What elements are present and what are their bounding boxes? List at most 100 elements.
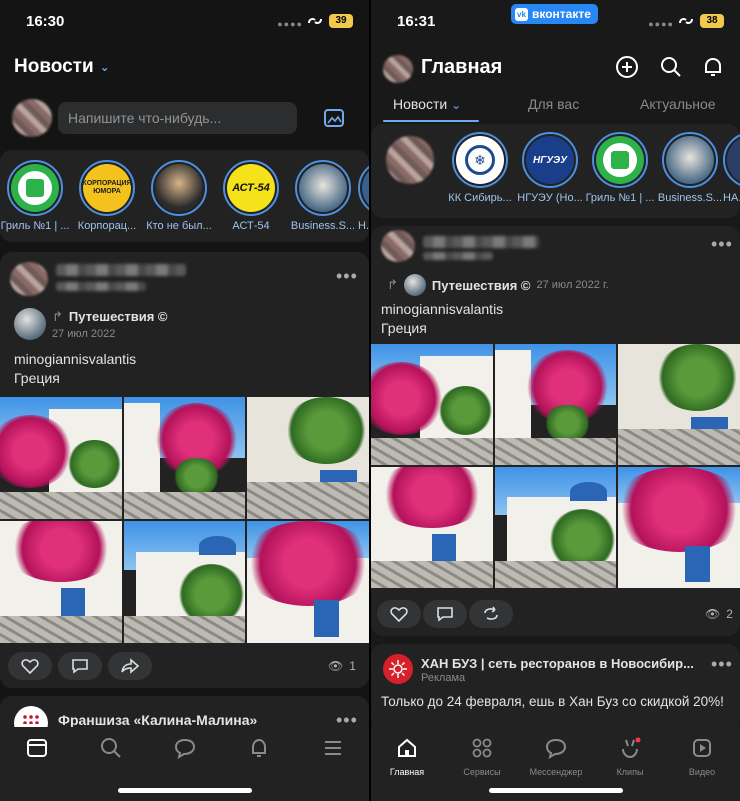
story-label: НГУЭУ (Но... (517, 192, 583, 204)
tab-home[interactable]: Главная (383, 737, 431, 777)
tab-messenger[interactable]: Мессенджер (523, 737, 589, 777)
video-icon (693, 739, 711, 757)
story-avatar: ❄ (456, 136, 504, 184)
story-label: АСТ-54 (232, 220, 270, 232)
search-icon[interactable] (659, 55, 683, 79)
search-icon (101, 738, 121, 758)
story-item[interactable]: НАС... (723, 132, 740, 204)
source-avatar (14, 308, 46, 340)
share-button[interactable] (108, 652, 152, 680)
source-name: Путешествия © (431, 277, 531, 293)
sun-logo-icon (389, 660, 407, 678)
tab-notifications[interactable] (234, 737, 284, 764)
story-label: Корпорац... (77, 220, 137, 232)
story-label (375, 192, 445, 205)
story-label: Business.S... (290, 220, 356, 232)
story-avatar (386, 136, 434, 184)
author-name-blurred (56, 264, 186, 276)
story-avatar (155, 164, 203, 212)
tab-menu[interactable] (308, 737, 358, 764)
photo[interactable] (618, 344, 740, 465)
photo[interactable] (247, 521, 369, 643)
repost-source[interactable]: ↱ Путешествия © 27 июл 2022 г. (387, 274, 609, 296)
chevron-down-icon: ⌄ (99, 60, 110, 74)
more-icon[interactable]: ••• (711, 234, 733, 255)
repost-icon: ↱ (387, 277, 398, 292)
ad-card: ХАН БУЗ | сеть ресторанов в Новосибир...… (371, 644, 740, 732)
ad-avatar[interactable] (383, 654, 413, 684)
photo[interactable] (618, 467, 740, 588)
comment-icon (437, 607, 453, 622)
repost-source[interactable]: ↱ Путешествия © 27 июл 2022 (14, 308, 168, 340)
post-text: minogiannisvalantis Греция (381, 300, 503, 338)
author-avatar[interactable] (10, 262, 48, 296)
story-item[interactable] (375, 132, 445, 205)
tab-services[interactable]: Сервисы (457, 737, 507, 777)
tab-video[interactable]: Видео (677, 737, 727, 777)
tab-label: Мессенджер (529, 767, 583, 777)
tab-home[interactable] (12, 737, 62, 764)
ad-label: Реклама (421, 672, 466, 684)
story-item[interactable]: НГУЭУ НГУЭУ (Но... (515, 132, 585, 204)
home-indicator (117, 788, 252, 793)
heart-icon (21, 659, 39, 674)
compose-input[interactable]: Напишите что-нибудь... (58, 102, 297, 134)
comment-button[interactable] (423, 600, 467, 628)
story-label: Н... (358, 220, 369, 232)
post-card: ••• ↱ Путешествия © 27 июл 2022 minogian… (0, 252, 369, 688)
story-item[interactable]: Н... (358, 160, 369, 232)
share-icon (121, 658, 139, 674)
ad-title: ХАН БУЗ | сеть ресторанов в Новосибир... (421, 656, 694, 671)
photo[interactable] (247, 397, 369, 519)
post-text-line: minogiannisvalantis (14, 351, 137, 367)
story-item[interactable]: Гриль №1 | ... (585, 132, 655, 204)
tab-news[interactable]: Новости ⌄ (393, 96, 461, 112)
photo[interactable] (494, 467, 617, 588)
story-avatar (11, 164, 59, 212)
like-button[interactable] (8, 652, 52, 680)
signal-icon: ●●●● (648, 19, 674, 29)
tab-trending[interactable]: Актуальное (640, 96, 716, 112)
image-icon[interactable] (323, 107, 345, 129)
author-avatar[interactable] (381, 230, 415, 262)
story-item[interactable]: КОРПОРАЦИЯ ЮМОРА Корпорац... (72, 160, 142, 232)
heart-icon (390, 607, 408, 622)
avatar[interactable] (12, 99, 52, 137)
story-item[interactable]: ❄ КК Сибирь... (445, 132, 515, 204)
photo[interactable] (371, 344, 493, 465)
tab-label: Видео (688, 767, 716, 777)
story-item[interactable]: Кто не был... (144, 160, 214, 232)
more-icon[interactable]: ••• (711, 654, 733, 675)
repost-button[interactable] (469, 600, 513, 628)
photo[interactable] (123, 397, 246, 519)
comment-button[interactable] (58, 652, 102, 680)
story-item[interactable]: Гриль №1 | ... (0, 160, 70, 232)
bell-icon[interactable] (701, 55, 725, 79)
story-item[interactable]: Business.S... (655, 132, 725, 204)
post-date: 27 июл 2022 г. (536, 279, 609, 291)
photo[interactable] (371, 467, 493, 588)
tab-messages[interactable] (160, 737, 210, 764)
post-text-line: Греция (381, 320, 427, 336)
photo[interactable] (494, 344, 617, 465)
feed-selector[interactable]: Новости ⌄ (14, 56, 110, 78)
photo[interactable] (123, 521, 246, 643)
like-button[interactable] (377, 600, 421, 628)
feed-tabs: Новости ⌄ Для вас Актуальное (371, 92, 740, 122)
add-icon[interactable] (615, 55, 639, 79)
story-label: Кто не был... (146, 220, 212, 232)
tab-search[interactable] (86, 737, 136, 764)
post-actions: 👁 2 (371, 596, 740, 636)
post-text-line: minogiannisvalantis (381, 301, 504, 317)
more-icon[interactable]: ••• (336, 266, 358, 287)
photo[interactable] (0, 397, 122, 519)
story-label: КК Сибирь... (448, 192, 512, 204)
story-item[interactable]: Business.S... (288, 160, 358, 232)
photo[interactable] (0, 521, 122, 643)
tab-for-you[interactable]: Для вас (528, 96, 579, 112)
views-count: 2 (726, 607, 733, 621)
story-item[interactable]: АСТ-54 АСТ-54 (216, 160, 286, 232)
tab-clips[interactable]: Клипы (605, 737, 655, 777)
link-icon (308, 18, 322, 24)
avatar[interactable] (383, 55, 413, 83)
